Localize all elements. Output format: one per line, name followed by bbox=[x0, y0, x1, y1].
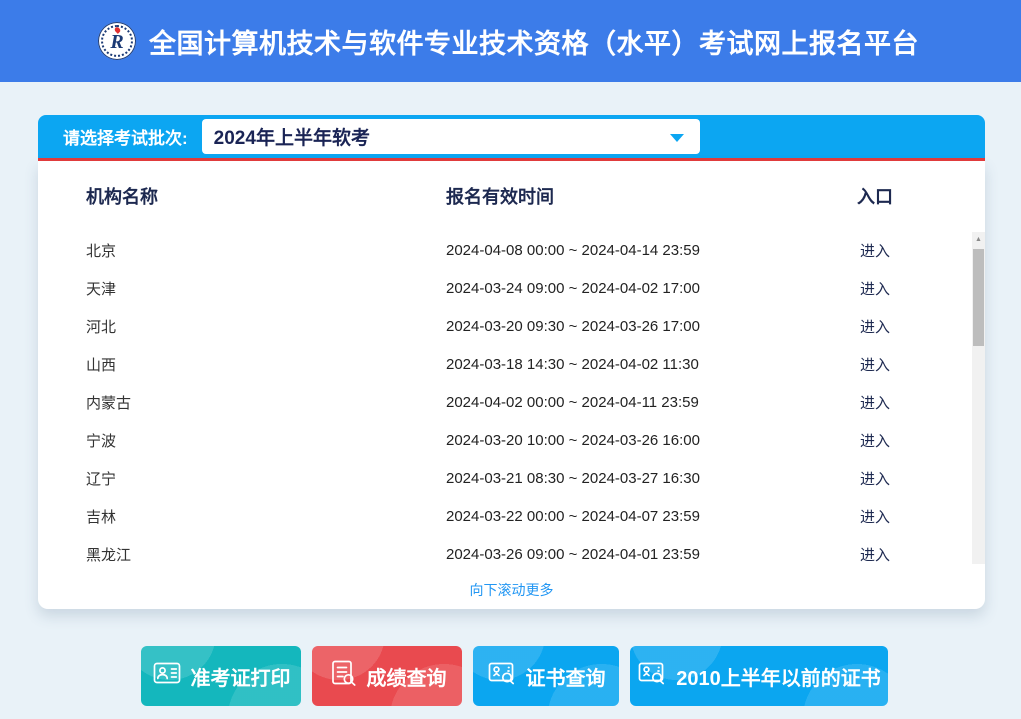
table-scroll-area: 北京 2024-04-08 00:00 ~ 2024-04-14 23:59 进… bbox=[38, 231, 985, 566]
enter-link[interactable]: 进入 bbox=[810, 316, 940, 337]
enter-link[interactable]: 进入 bbox=[810, 544, 940, 565]
enter-link[interactable]: 进入 bbox=[810, 240, 940, 261]
scrollbar-up-arrow-icon[interactable]: ▲ bbox=[972, 232, 985, 246]
pre-2010-certificate-button[interactable]: 2010上半年以前的证书 bbox=[630, 646, 888, 706]
vertical-scrollbar[interactable]: ▲ bbox=[972, 232, 985, 564]
page-title: 全国计算机技术与软件专业技术资格（水平）考试网上报名平台 bbox=[149, 22, 919, 61]
org-name: 黑龙江 bbox=[86, 544, 446, 565]
table-row: 河北 2024-03-20 09:30 ~ 2024-03-26 17:00 进… bbox=[38, 307, 985, 345]
time-range: 2024-03-21 08:30 ~ 2024-03-27 16:30 bbox=[446, 470, 810, 487]
time-range: 2024-03-24 09:00 ~ 2024-04-02 17:00 bbox=[446, 280, 810, 297]
enter-link[interactable]: 进入 bbox=[810, 506, 940, 527]
button-label: 证书查询 bbox=[526, 662, 606, 691]
scroll-down-more-link[interactable]: 向下滚动更多 bbox=[38, 566, 985, 609]
org-table: 机构名称 报名有效时间 入口 北京 2024-04-08 00:00 ~ 202… bbox=[38, 161, 985, 609]
col-header-entry: 入口 bbox=[810, 183, 940, 209]
table-row: 吉林 2024-03-22 00:00 ~ 2024-04-07 23:59 进… bbox=[38, 497, 985, 535]
time-range: 2024-03-18 14:30 ~ 2024-04-02 11:30 bbox=[446, 356, 810, 373]
score-search-button[interactable]: 成绩查询 bbox=[312, 646, 462, 706]
admission-ticket-print-icon bbox=[152, 658, 182, 694]
col-header-org: 机构名称 bbox=[86, 183, 446, 209]
button-label: 2010上半年以前的证书 bbox=[676, 662, 881, 691]
site-logo-icon: R bbox=[98, 22, 136, 60]
enter-link[interactable]: 进入 bbox=[810, 354, 940, 375]
batch-selector-bar: 请选择考试批次: 2024年上半年软考 bbox=[38, 115, 985, 158]
table-row: 山西 2024-03-18 14:30 ~ 2024-04-02 11:30 进… bbox=[38, 345, 985, 383]
certificate-search-icon bbox=[637, 658, 667, 694]
time-range: 2024-03-22 00:00 ~ 2024-04-07 23:59 bbox=[446, 508, 810, 525]
org-name: 河北 bbox=[86, 316, 446, 337]
org-name: 山西 bbox=[86, 354, 446, 375]
org-name: 北京 bbox=[86, 240, 446, 261]
org-name: 吉林 bbox=[86, 506, 446, 527]
time-range: 2024-03-20 09:30 ~ 2024-03-26 17:00 bbox=[446, 318, 810, 335]
org-name: 宁波 bbox=[86, 430, 446, 451]
certificate-search-button[interactable]: 证书查询 bbox=[473, 646, 619, 706]
logo-letter: R bbox=[110, 32, 123, 52]
enter-link[interactable]: 进入 bbox=[810, 430, 940, 451]
admission-ticket-print-button[interactable]: 准考证打印 bbox=[141, 646, 301, 706]
org-name: 内蒙古 bbox=[86, 392, 446, 413]
certificate-search-icon bbox=[487, 658, 517, 694]
batch-select[interactable]: 2024年上半年软考 bbox=[202, 119, 700, 154]
score-search-icon bbox=[328, 658, 358, 694]
time-range: 2024-03-20 10:00 ~ 2024-03-26 16:00 bbox=[446, 432, 810, 449]
enter-link[interactable]: 进入 bbox=[810, 468, 940, 489]
enter-link[interactable]: 进入 bbox=[810, 392, 940, 413]
button-label: 成绩查询 bbox=[367, 662, 447, 691]
scrollbar-thumb[interactable] bbox=[973, 249, 984, 346]
batch-select-value: 2024年上半年软考 bbox=[214, 123, 370, 150]
footer-button-row: 准考证打印 成绩查询 证书查询 bbox=[141, 646, 888, 706]
table-row: 黑龙江 2024-03-26 09:00 ~ 2024-04-01 23:59 … bbox=[38, 535, 985, 566]
chevron-down-icon bbox=[670, 134, 684, 142]
app-header: R 全国计算机技术与软件专业技术资格（水平）考试网上报名平台 bbox=[0, 0, 1021, 82]
enter-link[interactable]: 进入 bbox=[810, 278, 940, 299]
registration-panel: 请选择考试批次: 2024年上半年软考 机构名称 报名有效时间 入口 北京 20… bbox=[38, 115, 985, 609]
table-row: 宁波 2024-03-20 10:00 ~ 2024-03-26 16:00 进… bbox=[38, 421, 985, 459]
table-row: 北京 2024-04-08 00:00 ~ 2024-04-14 23:59 进… bbox=[38, 231, 985, 269]
batch-selector-label: 请选择考试批次: bbox=[63, 124, 188, 149]
time-range: 2024-03-26 09:00 ~ 2024-04-01 23:59 bbox=[446, 546, 810, 563]
table-row: 天津 2024-03-24 09:00 ~ 2024-04-02 17:00 进… bbox=[38, 269, 985, 307]
button-label: 准考证打印 bbox=[191, 662, 291, 691]
table-row: 辽宁 2024-03-21 08:30 ~ 2024-03-27 16:30 进… bbox=[38, 459, 985, 497]
org-name: 天津 bbox=[86, 278, 446, 299]
org-name: 辽宁 bbox=[86, 468, 446, 489]
table-header-row: 机构名称 报名有效时间 入口 bbox=[38, 161, 985, 231]
table-row: 内蒙古 2024-04-02 00:00 ~ 2024-04-11 23:59 … bbox=[38, 383, 985, 421]
col-header-time: 报名有效时间 bbox=[446, 183, 810, 209]
time-range: 2024-04-08 00:00 ~ 2024-04-14 23:59 bbox=[446, 242, 810, 259]
time-range: 2024-04-02 00:00 ~ 2024-04-11 23:59 bbox=[446, 394, 810, 411]
